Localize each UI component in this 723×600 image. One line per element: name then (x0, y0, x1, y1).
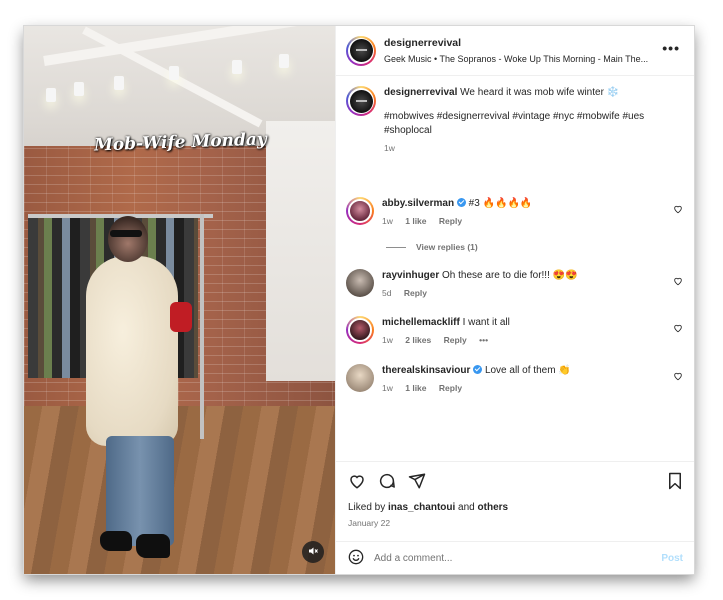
post-panel: designerrevival Geek Music • The Soprano… (335, 26, 694, 574)
wood-floor (24, 406, 335, 574)
comment-age: 5d (382, 288, 392, 298)
mute-button[interactable] (302, 541, 324, 563)
caption-hashtags[interactable]: #mobwives #designerrevival #vintage #nyc… (384, 110, 664, 138)
comment-username[interactable]: michellemackliff (382, 317, 460, 328)
avatar[interactable] (346, 269, 374, 297)
avatar[interactable] (346, 197, 374, 225)
shelf-wall (266, 121, 335, 381)
sunglasses (110, 230, 142, 237)
heart-icon[interactable] (673, 276, 683, 289)
comment-icon[interactable] (378, 472, 396, 493)
comment-likes[interactable]: 2 likes (405, 335, 431, 345)
reply-button[interactable]: Reply (439, 216, 462, 226)
ceiling-lamp (232, 60, 242, 74)
verified-badge-icon (456, 198, 466, 207)
caption-text: We heard it was mob wife winter ❄️ (460, 87, 620, 98)
comment-text: #3 🔥🔥🔥🔥 (468, 198, 533, 209)
caption-username[interactable]: designerrevival (384, 87, 457, 98)
comment-row: therealskinsaviour Love all of them 👏 1w… (346, 364, 686, 393)
avatar[interactable] (346, 35, 376, 66)
post-header: designerrevival Geek Music • The Soprano… (336, 26, 694, 76)
heart-icon[interactable] (673, 204, 683, 217)
add-comment-bar: Post (336, 541, 694, 574)
person-head (108, 216, 148, 262)
boot (100, 531, 132, 551)
comment-text: I want it all (462, 317, 510, 328)
boot (136, 534, 170, 558)
reply-button[interactable]: Reply (404, 288, 427, 298)
post-actions: Liked by inas_chantoui and others Januar… (336, 461, 694, 574)
liked-by-user[interactable]: inas_chantoui (388, 502, 455, 513)
ceiling-lamp (114, 76, 124, 90)
music-label[interactable]: Geek Music • The Sopranos - Woke Up This… (384, 54, 664, 64)
comment-username[interactable]: abby.silverman (382, 198, 454, 209)
comment-age: 1w (382, 335, 393, 345)
liked-by-others[interactable]: others (478, 502, 509, 513)
caption: designerrevival We heard it was mob wife… (346, 86, 686, 153)
person-jeans (106, 436, 174, 546)
comment-text: Love all of them 👏 (484, 365, 571, 376)
heart-icon[interactable] (673, 323, 683, 336)
comment-text: Oh these are to die for!!! 😍😍 (442, 270, 578, 281)
instagram-post-window: Mob-Wife Monday designerrevival Geek Mus… (24, 26, 694, 574)
share-icon[interactable] (408, 472, 426, 493)
comment-likes[interactable]: 1 like (405, 216, 426, 226)
heart-icon[interactable] (673, 371, 683, 384)
post-comment-button[interactable]: Post (661, 553, 683, 564)
post-username[interactable]: designerrevival (384, 37, 664, 49)
ceiling-lamp (74, 82, 84, 96)
reply-button[interactable]: Reply (439, 383, 462, 393)
red-handbag (170, 302, 192, 332)
heart-icon[interactable] (348, 472, 366, 493)
post-date: January 22 (348, 518, 391, 528)
comment-row: michellemackliff I want it all 1w 2 like… (346, 316, 686, 345)
more-options-button[interactable]: ••• (662, 40, 680, 56)
comment-age: 1w (382, 216, 393, 226)
comment-username[interactable]: rayvinhuger (382, 270, 439, 281)
verified-badge-icon (473, 365, 483, 374)
view-replies-button[interactable]: View replies (1) (386, 242, 478, 252)
emoji-icon[interactable] (348, 549, 364, 568)
caption-age: 1w (384, 143, 395, 153)
comment-input[interactable] (374, 553, 634, 564)
avatar[interactable] (346, 364, 374, 392)
comment-likes[interactable]: 1 like (405, 383, 426, 393)
comment-username[interactable]: therealskinsaviour (382, 365, 470, 376)
ceiling-lamp (169, 66, 179, 80)
comment-row: rayvinhuger Oh these are to die for!!! 😍… (346, 269, 686, 298)
avatar[interactable] (346, 316, 374, 344)
clothing-rack-pole (200, 214, 204, 439)
ceiling-lamp (279, 54, 289, 68)
avatar[interactable] (346, 86, 376, 116)
comment-age: 1w (382, 383, 393, 393)
speaker-muted-icon (307, 545, 319, 560)
comments-list: designerrevival We heard it was mob wife… (336, 77, 694, 461)
liked-by: Liked by inas_chantoui and others (348, 502, 509, 513)
ceiling-lamp (46, 88, 56, 102)
comment-more-button[interactable]: ••• (479, 335, 488, 345)
post-video[interactable]: Mob-Wife Monday (24, 26, 335, 574)
comment-row: abby.silverman #3 🔥🔥🔥🔥 1w 1 like Reply (346, 197, 686, 226)
person-fur-coat (86, 256, 178, 446)
reply-button[interactable]: Reply (444, 335, 467, 345)
bookmark-icon[interactable] (667, 472, 683, 493)
